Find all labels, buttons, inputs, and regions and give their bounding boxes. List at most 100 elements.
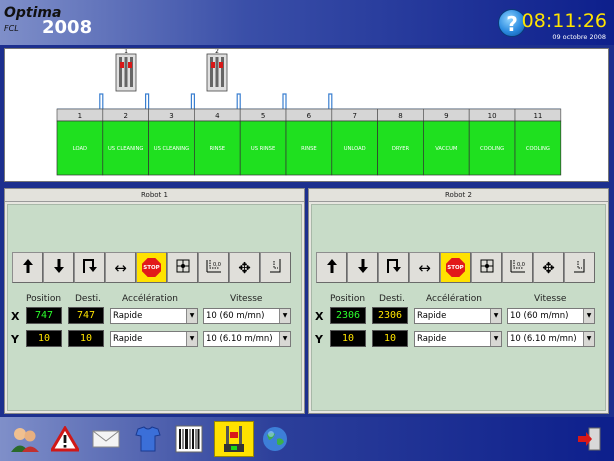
shirt-icon[interactable] [131,423,165,455]
station-label: COOLING [526,146,550,152]
x-desti-display[interactable]: 747 [68,307,104,324]
users-icon[interactable] [8,423,42,455]
position-header: Position [26,294,62,304]
arrow-up-icon [325,258,339,278]
robot-controls-area: ↔ STOP 0,0 ✥ Position Desti. Accélération V… [7,204,302,411]
x-desti-display[interactable]: 2306 [372,307,408,324]
robot-carrier-icon[interactable] [115,53,137,92]
axis-y-label: Y [315,333,323,346]
stop-icon: STOP [142,258,161,277]
y-vitesse-value: 10 (6.10 m/mn) [510,334,577,344]
x-vitesse-select[interactable]: 10 (60 m/mn) ▼ [203,308,291,324]
line-overview-panel: 1 LOAD 2 US CLEANING 3 US CLEANING 4 RINSE 5 US R… [4,48,609,182]
arrow-down-right-button[interactable] [74,252,105,283]
dropdown-arrow-icon[interactable]: ▼ [279,309,290,323]
rail-hook [145,93,150,109]
y-accel-select[interactable]: Rapide ▼ [110,331,198,347]
y-desti-display[interactable]: 10 [68,330,104,347]
arrow-down-right-icon [386,258,402,278]
robot-carrier-icon[interactable] [206,53,228,92]
station-label: US CLEANING [108,146,143,152]
x-position-display: 747 [26,307,62,324]
arrow-left-right-icon: ↔ [114,258,127,277]
arrow-down-icon [52,258,66,278]
x-accel-select[interactable]: Rapide ▼ [414,308,502,324]
x-position-display: 2306 [330,307,366,324]
xy-zero-icon: 0,0 [205,258,223,278]
exit-door-icon[interactable] [572,423,606,455]
dropdown-arrow-icon[interactable]: ▼ [186,332,197,346]
arrow-down-right-button[interactable] [378,252,409,283]
station-label: RINSE [301,146,317,152]
y-desti-display[interactable]: 10 [372,330,408,347]
app-subtitle: FCL [4,24,19,33]
station-number: 2 [123,112,127,120]
stop-button[interactable]: STOP [440,252,471,283]
grid-target-icon [176,259,190,277]
station-number: 10 [488,112,497,120]
axis-x-label: X [11,310,20,323]
move-cross-button[interactable]: ✥ [229,252,260,283]
axis-y-label: Y [11,333,19,346]
arrow-down-button[interactable] [347,252,378,283]
robot-1-toolbar: ↔ STOP 0,0 ✥ [12,252,291,283]
station-number: 3 [169,112,173,120]
x-vitesse-value: 10 (60 m/mn) [206,311,265,321]
dropdown-arrow-icon[interactable]: ▼ [583,332,594,346]
move-cross-icon: ✥ [542,258,555,277]
clock-time: 08:11:26 [521,10,607,32]
accel-header: Accélération [122,294,178,304]
dropdown-arrow-icon[interactable]: ▼ [490,309,501,323]
axis-reset-icon [572,258,588,278]
station-label: COOLING [480,146,504,152]
axis-reset-button[interactable] [260,252,291,283]
robot-control-icon[interactable] [214,421,254,457]
arrow-left-right-button[interactable]: ↔ [105,252,136,283]
move-cross-button[interactable]: ✥ [533,252,564,283]
station-number: 9 [444,112,448,120]
mail-icon[interactable] [89,423,123,455]
line-diagram: 1 LOAD 2 US CLEANING 3 US CLEANING 4 RINSE 5 US R… [56,49,562,176]
arrow-down-button[interactable] [43,252,74,283]
station-number: 8 [398,112,402,120]
rail-hook [328,93,333,109]
dropdown-arrow-icon[interactable]: ▼ [583,309,594,323]
y-vitesse-select[interactable]: 10 (6.10 m/mn) ▼ [507,331,595,347]
x-accel-select[interactable]: Rapide ▼ [110,308,198,324]
xy-zero-button[interactable]: 0,0 [502,252,533,283]
desti-header: Desti. [75,294,102,304]
barcode-icon[interactable] [172,423,206,455]
grid-target-icon [480,259,494,277]
axis-reset-button[interactable] [564,252,595,283]
xy-zero-button[interactable]: 0,0 [198,252,229,283]
y-accel-value: Rapide [113,334,143,344]
station-number: 7 [352,112,356,120]
y-vitesse-select[interactable]: 10 (6.10 m/mn) ▼ [203,331,291,347]
station-label: US RINSE [251,146,275,152]
rail-hook [236,93,241,109]
y-accel-select[interactable]: Rapide ▼ [414,331,502,347]
rail-hook [282,93,287,109]
axis-x-label: X [315,310,324,323]
x-vitesse-select[interactable]: 10 (60 m/mn) ▼ [507,308,595,324]
footer-bar [0,417,614,461]
svg-text:0,0: 0,0 [213,262,221,268]
grid-target-button[interactable] [471,252,502,283]
dropdown-arrow-icon[interactable]: ▼ [186,309,197,323]
grid-target-button[interactable] [167,252,198,283]
arrow-down-icon [356,258,370,278]
x-accel-value: Rapide [417,311,447,321]
arrow-left-right-button[interactable]: ↔ [409,252,440,283]
globe-icon[interactable] [258,423,292,455]
accel-header: Accélération [426,294,482,304]
station-label: LOAD [73,146,87,152]
svg-text:0,0: 0,0 [517,262,525,268]
warning-icon[interactable] [48,423,82,455]
stop-button[interactable]: STOP [136,252,167,283]
y-accel-value: Rapide [417,334,447,344]
station-label: RINSE [210,146,226,152]
dropdown-arrow-icon[interactable]: ▼ [490,332,501,346]
dropdown-arrow-icon[interactable]: ▼ [279,332,290,346]
arrow-up-button[interactable] [316,252,347,283]
arrow-up-button[interactable] [12,252,43,283]
